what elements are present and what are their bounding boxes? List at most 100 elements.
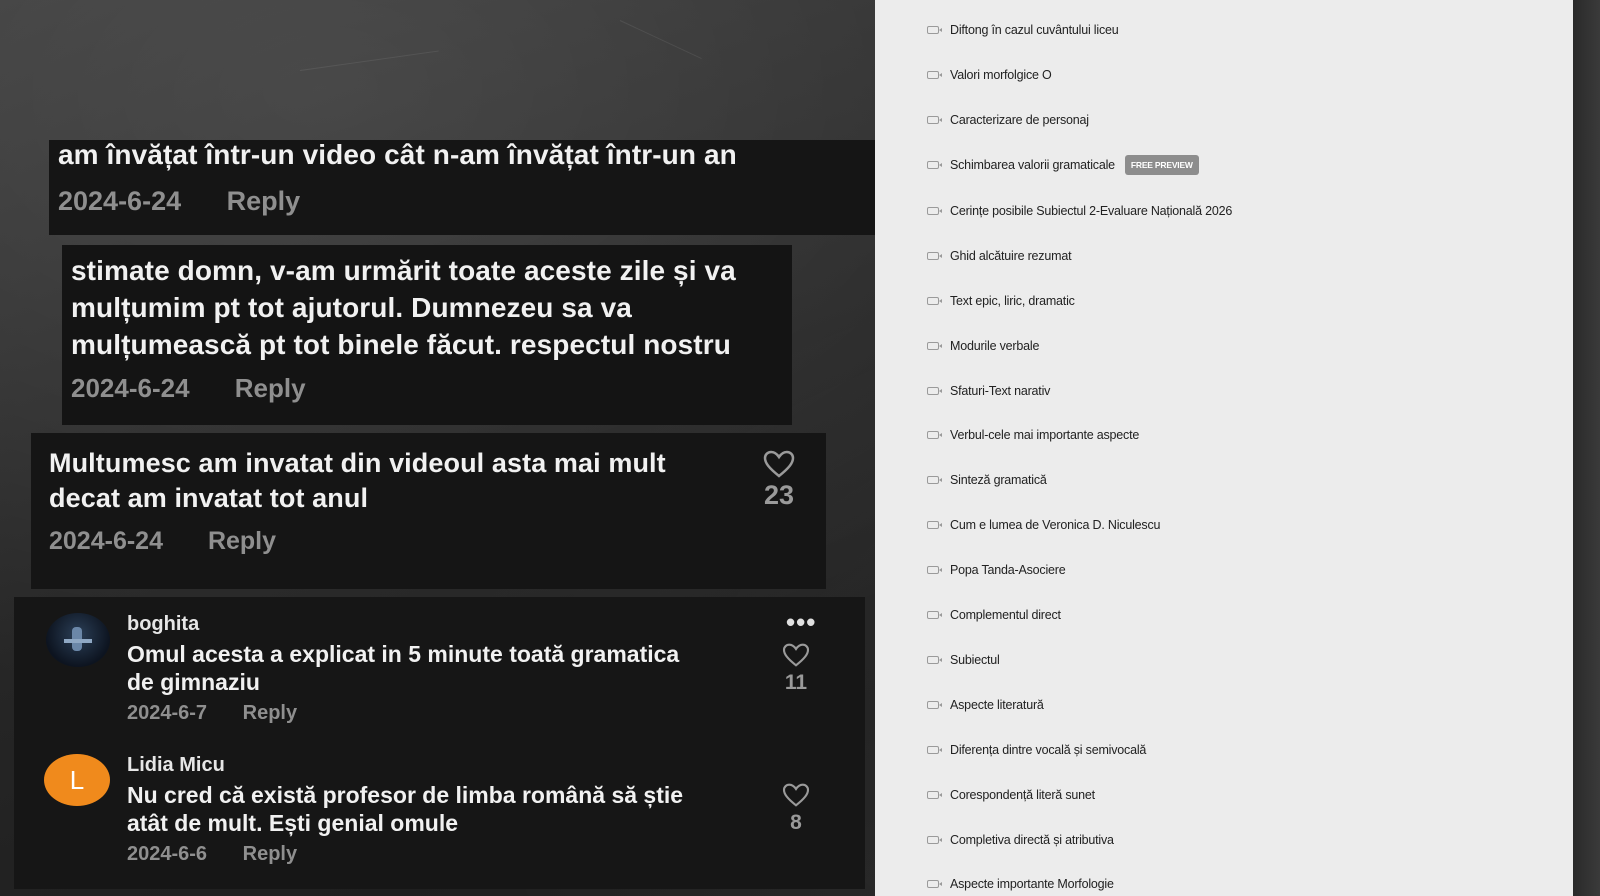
like-control[interactable]: 11: [772, 643, 820, 695]
lesson-item[interactable]: Aspecte importante Morfologie: [927, 873, 1114, 895]
comment-meta: 2024-6-24 Reply: [49, 527, 276, 556]
reply-button[interactable]: Reply: [235, 373, 306, 403]
comment-text: stimate domn, v-am urmărit toate aceste …: [71, 252, 736, 363]
free-preview-badge[interactable]: FREE PREVIEW: [1124, 155, 1199, 175]
lesson-item[interactable]: Aspecte literatură: [927, 694, 1044, 716]
like-count: 23: [763, 480, 795, 510]
video-icon: [927, 342, 942, 350]
comment-card-group: boghita Omul acesta a explicat in 5 minu…: [14, 597, 865, 889]
avatar[interactable]: [46, 613, 110, 667]
lesson-item[interactable]: Sinteză gramatică: [927, 469, 1047, 491]
comment-date: 2024-6-24: [71, 373, 190, 403]
video-icon: [927, 161, 942, 169]
avatar[interactable]: L: [44, 754, 110, 806]
lesson-title: Valori morfolgice O: [950, 68, 1052, 82]
video-icon: [927, 252, 942, 260]
lesson-title: Popa Tanda-Asociere: [950, 563, 1066, 577]
video-icon: [927, 431, 942, 439]
comment-meta: 2024-6-6 Reply: [127, 843, 297, 866]
like-control[interactable]: 8: [772, 783, 820, 835]
lesson-item[interactable]: Diftong în cazul cuvântului liceu: [927, 19, 1119, 41]
lesson-item[interactable]: Complementul direct: [927, 604, 1061, 626]
lesson-item[interactable]: Text epic, liric, dramatic: [927, 290, 1075, 312]
lesson-title: Schimbarea valorii gramaticale: [950, 158, 1115, 172]
video-icon: [927, 836, 942, 844]
lesson-title: Modurile verbale: [950, 339, 1040, 353]
lesson-title: Subiectul: [950, 653, 1000, 667]
lesson-item[interactable]: Subiectul: [927, 649, 1000, 671]
lesson-item[interactable]: Modurile verbale: [927, 335, 1039, 357]
heart-icon[interactable]: [772, 643, 820, 667]
lesson-item[interactable]: Diferența dintre vocală și semivocală: [927, 739, 1146, 761]
lesson-title: Sfaturi-Text narativ: [950, 384, 1051, 398]
video-icon: [927, 791, 942, 799]
like-count: 11: [784, 671, 808, 694]
lesson-item[interactable]: Verbul-cele mai importante aspecte: [927, 424, 1139, 446]
comment-username[interactable]: Lidia Micu: [127, 754, 225, 777]
lesson-item[interactable]: Cum e lumea de Veronica D. Niculescu: [927, 514, 1160, 536]
lesson-item[interactable]: Corespondență literă sunet: [927, 784, 1095, 806]
lesson-title: Diftong în cazul cuvântului liceu: [950, 23, 1119, 37]
video-icon: [927, 566, 942, 574]
lesson-title: Aspecte literatură: [950, 698, 1044, 712]
comment-meta: 2024-6-7 Reply: [127, 702, 297, 725]
lesson-item[interactable]: Caracterizare de personaj: [927, 109, 1089, 131]
comment-line: stimate domn, v-am urmărit toate aceste …: [71, 255, 736, 286]
video-icon: [927, 656, 942, 664]
comment-line: Nu cred că există profesor de limba româ…: [127, 782, 684, 808]
comment-card-3: Multumesc am invatat din videoul asta ma…: [31, 433, 826, 589]
video-icon: [927, 71, 942, 79]
lesson-item[interactable]: Valori morfolgice O: [927, 64, 1052, 86]
comment-line: mulțumească pt tot binele făcut. respect…: [71, 329, 731, 360]
lesson-title: Completiva directă și atributiva: [950, 833, 1114, 847]
lesson-title: Verbul-cele mai importante aspecte: [950, 428, 1140, 442]
comment-date: 2024-6-24: [49, 527, 163, 555]
video-icon: [927, 521, 942, 529]
video-icon: [927, 116, 942, 124]
comment-text: Multumesc am invatat din videoul asta ma…: [49, 446, 666, 516]
comment-meta: 2024-6-24 Reply: [58, 186, 300, 217]
video-icon: [927, 880, 942, 888]
reply-button[interactable]: Reply: [208, 527, 276, 555]
video-icon: [927, 611, 942, 619]
heart-icon[interactable]: [751, 450, 807, 478]
comment-date: 2024-6-24: [58, 186, 182, 216]
lesson-item[interactable]: Sfaturi-Text narativ: [927, 380, 1050, 402]
comment-line: Multumesc am invatat din videoul asta ma…: [49, 448, 666, 478]
like-control[interactable]: 23: [751, 450, 807, 511]
reply-button[interactable]: Reply: [243, 702, 297, 724]
lesson-title: Diferența dintre vocală și semivocală: [950, 743, 1147, 757]
reply-button[interactable]: Reply: [227, 186, 301, 216]
reply-button[interactable]: Reply: [243, 843, 297, 865]
comment-date: 2024-6-7: [127, 702, 208, 724]
comment-line: Omul acesta a explicat in 5 minute toată…: [127, 641, 680, 667]
lesson-title: Complementul direct: [950, 608, 1061, 622]
lesson-item[interactable]: Cerințe posibile Subiectul 2-Evaluare Na…: [927, 200, 1232, 222]
lesson-item[interactable]: Schimbarea valorii gramaticale FREE PREV…: [927, 154, 1199, 176]
comment-text: Nu cred că există profesor de limba româ…: [127, 781, 683, 837]
comment-date: 2024-6-6: [127, 843, 208, 865]
comment-line: de gimnaziu: [127, 669, 260, 695]
lesson-item[interactable]: Ghid alcătuire rezumat: [927, 245, 1072, 267]
lesson-title: Text epic, liric, dramatic: [950, 294, 1075, 308]
lesson-title: Corespondență literă sunet: [950, 788, 1095, 802]
video-icon: [927, 746, 942, 754]
more-options-icon[interactable]: •••: [786, 609, 816, 635]
background-edge: [1573, 0, 1600, 896]
comment-line: decat am invatat tot anul: [49, 483, 369, 513]
comment-card-2: stimate domn, v-am urmărit toate aceste …: [62, 245, 792, 425]
lesson-title: Ghid alcătuire rezumat: [950, 249, 1072, 263]
comment-text: am învățat într-un video cât n-am învăța…: [58, 139, 737, 170]
comment-text: Omul acesta a explicat in 5 minute toată…: [127, 640, 679, 696]
video-icon: [927, 476, 942, 484]
video-icon: [927, 26, 942, 34]
lesson-title: Cerințe posibile Subiectul 2-Evaluare Na…: [950, 204, 1233, 218]
lesson-title: Sinteză gramatică: [950, 473, 1047, 487]
lesson-item[interactable]: Completiva directă și atributiva: [927, 829, 1114, 851]
lesson-item[interactable]: Popa Tanda-Asociere: [927, 559, 1066, 581]
comment-username[interactable]: boghita: [127, 613, 199, 636]
like-count: 8: [790, 811, 802, 834]
lesson-title: Cum e lumea de Veronica D. Niculescu: [950, 518, 1161, 532]
heart-icon[interactable]: [772, 783, 820, 807]
avatar-letter: L: [69, 765, 85, 795]
